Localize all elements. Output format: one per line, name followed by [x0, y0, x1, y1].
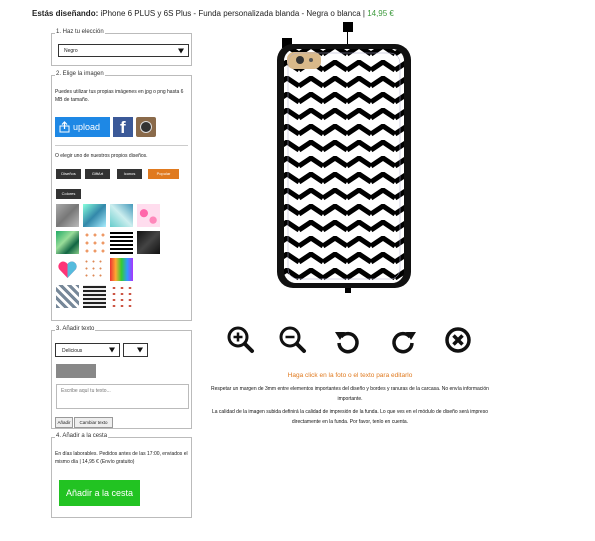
section-cart-legend: 4. Añadir a la cesta — [55, 433, 109, 439]
section-image-legend: 2. Elige la imagen — [55, 71, 105, 77]
tab-colores[interactable]: Colores — [56, 189, 81, 199]
thumb-tropical-leaves[interactable] — [56, 231, 79, 254]
thumb-black-marble[interactable] — [137, 231, 160, 254]
product-header: Estás diseñando: iPhone 6 PLUS y 6S Plus… — [32, 9, 394, 18]
rotate-handle[interactable] — [343, 22, 353, 32]
thumb-gray-marble[interactable] — [56, 204, 79, 227]
quality-note: La calidad de la imagen subida definirá … — [211, 409, 488, 425]
color-select[interactable]: Negro — [58, 44, 189, 57]
tab-disenos[interactable]: Diseños — [56, 169, 81, 179]
chevron-down-icon — [109, 347, 115, 353]
design-intro-text: O elegir uno de nuestros propios diseños… — [55, 153, 148, 159]
thumb-donuts[interactable] — [83, 231, 106, 254]
text-input[interactable] — [56, 384, 189, 409]
add-to-cart-button[interactable]: Añadir a la cesta — [59, 480, 140, 506]
thumb-pink-flamingos[interactable] — [137, 204, 160, 227]
chevron-down-icon — [178, 48, 184, 53]
section-text-legend: 3. Añadir texto — [55, 326, 96, 332]
product-name: iPhone 6 PLUS y 6S Plus - Funda personal… — [100, 9, 361, 18]
change-text-button[interactable]: Cambiar texto — [74, 417, 113, 428]
rotate-right-icon[interactable] — [388, 326, 418, 356]
upload-label: upload — [73, 122, 101, 132]
zoom-in-icon[interactable] — [225, 324, 255, 354]
section-image: 2. Elige la imagen Puedes utilizar tus p… — [51, 71, 192, 321]
upload-button[interactable]: upload — [55, 117, 110, 137]
add-text-button[interactable]: Añadir — [55, 417, 73, 428]
product-price: 14,95 € — [367, 9, 394, 18]
upload-icon — [59, 121, 70, 133]
chevron-down-icon — [137, 347, 143, 353]
delete-icon[interactable] — [443, 325, 473, 355]
thumb-teal-marble[interactable] — [110, 204, 133, 227]
instagram-icon[interactable] — [136, 117, 156, 137]
edit-hint: Haga click en la foto o el texto para ed… — [287, 372, 413, 379]
color-select-value: Negro — [64, 48, 78, 54]
rotate-left-icon[interactable] — [333, 326, 363, 356]
section-text: 3. Añadir texto Delicious Añadir Cambiar… — [51, 326, 192, 429]
camera-cutout — [287, 52, 321, 69]
tab-iconos[interactable]: Iconos — [117, 169, 142, 179]
header-label: Estás diseñando: — [32, 9, 99, 18]
tab-giftart[interactable]: GiftArt — [85, 169, 110, 179]
shipping-info: En días laborables. Pedidos antes de las… — [55, 451, 188, 465]
thumb-paint-drips[interactable] — [110, 258, 133, 281]
image-intro-text: Puedes utilizar tus propias imágenes en … — [55, 89, 184, 103]
thumb-stripes[interactable] — [83, 285, 106, 308]
margin-note: Respetar un margen de 3mm entre elemento… — [211, 386, 489, 402]
thumb-lollipops[interactable] — [83, 258, 106, 281]
thumb-triangles[interactable] — [56, 285, 79, 308]
thumb-chevron[interactable] — [110, 231, 133, 254]
text-color-swatch[interactable] — [56, 364, 96, 378]
facebook-icon[interactable]: f — [113, 117, 133, 137]
section-cart: 4. Añadir a la cesta En días laborables.… — [51, 433, 192, 518]
font-select[interactable]: Delicious — [55, 343, 120, 357]
thumb-blue-watercolor[interactable] — [83, 204, 106, 227]
tab-popular[interactable]: Popular — [148, 169, 179, 179]
divider — [55, 145, 188, 146]
section-choice-legend: 1. Haz tu elección — [55, 29, 105, 35]
thumb-pink-heart[interactable] — [56, 258, 79, 281]
zoom-out-icon[interactable] — [277, 324, 307, 354]
section-choice: 1. Haz tu elección Negro — [51, 29, 192, 66]
size-select[interactable] — [123, 343, 148, 357]
thumb-lips[interactable] — [110, 285, 133, 308]
font-select-value: Delicious — [62, 348, 83, 354]
phone-case-preview[interactable] — [275, 44, 413, 288]
